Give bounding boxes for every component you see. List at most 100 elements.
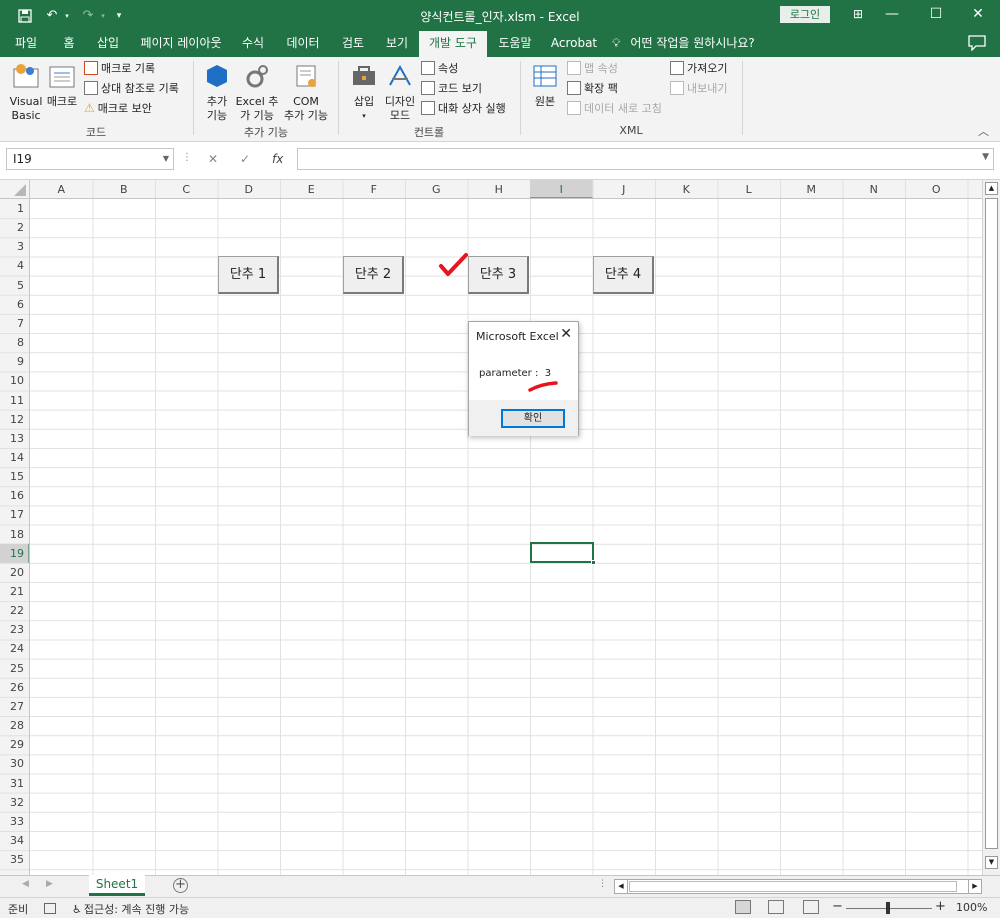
next-sheet-icon[interactable]: ▶: [46, 879, 53, 889]
zoom-slider-thumb[interactable]: [886, 902, 890, 914]
column-header-i[interactable]: I: [530, 183, 593, 196]
tab-review[interactable]: 검토: [334, 31, 372, 57]
row-header-20[interactable]: 20: [0, 566, 26, 579]
relative-reference-button[interactable]: 상대 참조로 기록: [84, 79, 179, 97]
column-header-h[interactable]: H: [468, 183, 531, 196]
record-macro-button[interactable]: 매크로 기록: [84, 59, 155, 77]
row-header-10[interactable]: 10: [0, 374, 26, 387]
refresh-data-button[interactable]: 데이터 새로 고침: [567, 99, 662, 117]
chevron-down-icon[interactable]: ▼: [163, 149, 169, 169]
column-header-d[interactable]: D: [218, 183, 281, 196]
row-header-15[interactable]: 15: [0, 470, 26, 483]
page-break-view-icon[interactable]: [803, 900, 819, 914]
accessibility-status[interactable]: ♿︎ 접근성: 계속 진행 가능: [72, 901, 189, 917]
map-properties-button[interactable]: 맵 속성: [567, 59, 618, 77]
row-header-33[interactable]: 33: [0, 815, 26, 828]
xml-source-button[interactable]: 원본: [528, 61, 562, 109]
macro-record-icon[interactable]: [44, 903, 56, 914]
row-header-9[interactable]: 9: [0, 355, 26, 368]
row-header-17[interactable]: 17: [0, 508, 26, 521]
macros-button[interactable]: 매크로: [46, 61, 78, 109]
properties-button[interactable]: 속성: [421, 59, 458, 77]
com-addins-button[interactable]: COM 추가 기능: [281, 61, 331, 123]
design-mode-button[interactable]: 디자인 모드: [382, 61, 418, 123]
tab-home[interactable]: 홈: [52, 31, 86, 57]
column-header-j[interactable]: J: [593, 183, 656, 196]
column-header-b[interactable]: B: [93, 183, 156, 196]
selected-cell[interactable]: [530, 542, 594, 563]
row-header-2[interactable]: 2: [0, 221, 26, 234]
form-button-4[interactable]: 단추 4: [593, 256, 654, 294]
macro-security-button[interactable]: ⚠ 매크로 보안: [84, 99, 152, 117]
comments-icon[interactable]: [968, 35, 988, 53]
row-header-5[interactable]: 5: [0, 279, 26, 292]
column-header-m[interactable]: M: [780, 183, 843, 196]
add-sheet-icon[interactable]: +: [173, 878, 188, 893]
horizontal-scroll-thumb[interactable]: [629, 881, 957, 892]
excel-addins-button[interactable]: Excel 추 가 기능: [235, 61, 279, 123]
worksheet-grid[interactable]: A B C D E F G H I J K L M N O 1 2 3 4 5 6 7 8 9 10 11 12 13 14 15 16 17…: [0, 180, 982, 875]
tab-developer[interactable]: 개발 도구: [419, 31, 487, 57]
tab-file[interactable]: 파일: [4, 31, 48, 57]
view-code-button[interactable]: 코드 보기: [421, 79, 482, 97]
maximize-icon[interactable]: ☐: [914, 0, 958, 31]
import-button[interactable]: 가져오기: [670, 59, 727, 77]
close-icon[interactable]: ✕: [560, 326, 572, 342]
row-header-19[interactable]: 19: [0, 547, 26, 560]
column-header-c[interactable]: C: [155, 183, 218, 196]
prev-sheet-icon[interactable]: ◀: [22, 879, 29, 889]
row-header-31[interactable]: 31: [0, 777, 26, 790]
zoom-in-button[interactable]: +: [935, 899, 946, 914]
row-header-13[interactable]: 13: [0, 432, 26, 445]
collapse-ribbon-icon[interactable]: ︿: [978, 123, 989, 139]
column-header-k[interactable]: K: [655, 183, 718, 196]
form-button-3[interactable]: 단추 3: [468, 256, 529, 294]
scroll-down-icon[interactable]: ▼: [985, 856, 998, 869]
zoom-out-button[interactable]: −: [832, 899, 843, 914]
minimize-icon[interactable]: —: [870, 0, 914, 31]
sign-in-button[interactable]: 로그인: [780, 6, 830, 23]
row-header-28[interactable]: 28: [0, 719, 26, 732]
insert-function-button[interactable]: fx: [272, 152, 283, 166]
tab-page-layout[interactable]: 페이지 레이아웃: [132, 31, 230, 57]
export-button[interactable]: 내보내기: [670, 79, 727, 97]
tab-acrobat[interactable]: Acrobat: [546, 31, 602, 57]
row-header-22[interactable]: 22: [0, 604, 26, 617]
tab-insert[interactable]: 삽입: [88, 31, 128, 57]
row-header-7[interactable]: 7: [0, 317, 26, 330]
row-header-35[interactable]: 35: [0, 853, 26, 866]
horizontal-scrollbar[interactable]: ◀ ▶: [614, 879, 982, 894]
sheet-tab-sheet1[interactable]: Sheet1: [89, 875, 145, 896]
row-header-4[interactable]: 4: [0, 259, 26, 272]
row-header-14[interactable]: 14: [0, 451, 26, 464]
scroll-left-icon[interactable]: ◀: [615, 880, 628, 893]
enter-formula-button[interactable]: ✓: [240, 152, 250, 166]
column-header-l[interactable]: L: [718, 183, 781, 196]
close-icon[interactable]: ✕: [956, 0, 1000, 31]
row-header-26[interactable]: 26: [0, 681, 26, 694]
cancel-formula-button[interactable]: ✕: [208, 152, 218, 166]
run-dialog-button[interactable]: 대화 상자 실행: [421, 99, 506, 117]
form-button-1[interactable]: 단추 1: [218, 256, 279, 294]
formula-input[interactable]: ▼: [297, 148, 994, 170]
column-header-a[interactable]: A: [30, 183, 93, 196]
row-header-12[interactable]: 12: [0, 413, 26, 426]
row-header-27[interactable]: 27: [0, 700, 26, 713]
page-layout-view-icon[interactable]: [768, 900, 784, 914]
column-header-n[interactable]: N: [843, 183, 906, 196]
row-header-8[interactable]: 8: [0, 336, 26, 349]
name-box[interactable]: I19 ▼: [6, 148, 174, 170]
column-header-g[interactable]: G: [405, 183, 468, 196]
tab-formulas[interactable]: 수식: [234, 31, 272, 57]
row-header-30[interactable]: 30: [0, 757, 26, 770]
scroll-up-icon[interactable]: ▲: [985, 182, 998, 195]
row-header-18[interactable]: 18: [0, 528, 26, 541]
row-header-24[interactable]: 24: [0, 642, 26, 655]
row-header-21[interactable]: 21: [0, 585, 26, 598]
zoom-level[interactable]: 100%: [956, 901, 987, 914]
tab-help[interactable]: 도움말: [490, 31, 540, 57]
insert-control-button[interactable]: 삽입 ▾: [346, 61, 382, 123]
column-header-e[interactable]: E: [280, 183, 343, 196]
row-header-29[interactable]: 29: [0, 738, 26, 751]
row-header-34[interactable]: 34: [0, 834, 26, 847]
